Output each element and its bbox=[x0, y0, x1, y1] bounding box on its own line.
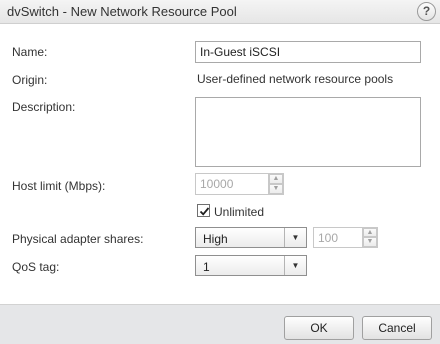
origin-value: User-defined network resource pools bbox=[197, 72, 394, 86]
qos-tag-select[interactable]: 1 ▼ bbox=[195, 255, 307, 276]
host-limit-spinner[interactable]: ▲ ▼ bbox=[268, 174, 283, 194]
description-textarea[interactable] bbox=[195, 97, 421, 167]
cancel-button[interactable]: Cancel bbox=[362, 316, 432, 340]
dialog-title: dvSwitch - New Network Resource Pool bbox=[7, 4, 237, 19]
dialog-title-bar: dvSwitch - New Network Resource Pool ? bbox=[0, 0, 440, 24]
chevron-down-icon: ▼ bbox=[284, 256, 306, 275]
qos-selected-value: 1 bbox=[203, 260, 210, 274]
description-label: Description: bbox=[12, 100, 76, 114]
checkmark-icon bbox=[199, 207, 210, 216]
unlimited-checkbox[interactable] bbox=[197, 204, 210, 217]
qos-tag-label: QoS tag: bbox=[12, 260, 60, 274]
ok-button[interactable]: OK bbox=[284, 316, 354, 340]
spin-down-icon[interactable]: ▼ bbox=[269, 184, 283, 194]
shares-selected-value: High bbox=[203, 232, 228, 246]
unlimited-label: Unlimited bbox=[214, 205, 265, 219]
shares-spinner[interactable]: ▲ ▼ bbox=[362, 228, 377, 247]
dialog-footer: OK Cancel bbox=[0, 304, 440, 344]
shares-select[interactable]: High ▼ bbox=[195, 227, 307, 248]
origin-label: Origin: bbox=[12, 73, 48, 87]
spin-up-icon[interactable]: ▲ bbox=[363, 228, 377, 237]
name-label: Name: bbox=[12, 45, 48, 59]
host-limit-label: Host limit (Mbps): bbox=[12, 179, 106, 193]
spin-down-icon[interactable]: ▼ bbox=[363, 237, 377, 247]
help-icon[interactable]: ? bbox=[417, 2, 436, 21]
spin-up-icon[interactable]: ▲ bbox=[269, 174, 283, 184]
shares-label: Physical adapter shares: bbox=[12, 232, 144, 246]
name-input[interactable] bbox=[195, 41, 421, 63]
chevron-down-icon: ▼ bbox=[284, 228, 306, 247]
